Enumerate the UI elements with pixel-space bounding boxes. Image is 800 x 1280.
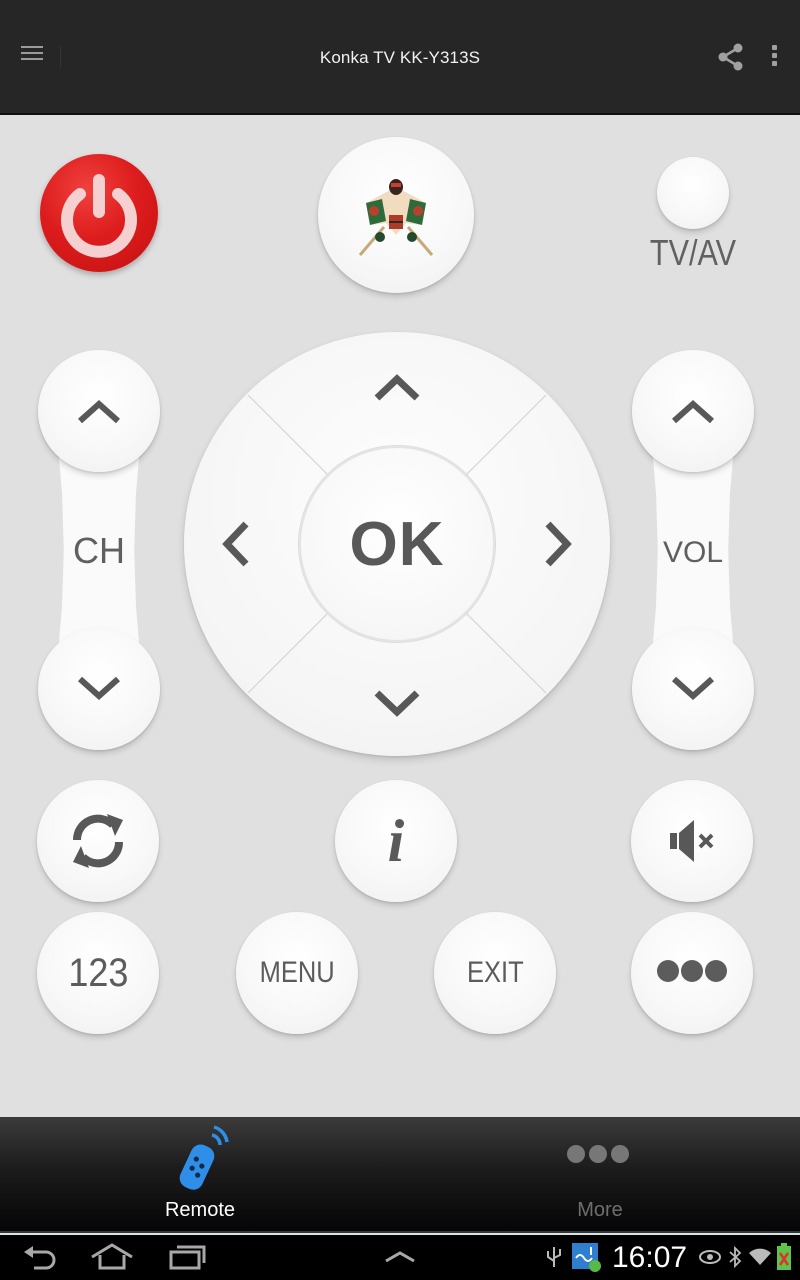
bottom-tab-bar: Remote More: [0, 1117, 800, 1233]
numbers-button[interactable]: 123: [37, 912, 159, 1034]
dpad-right-button[interactable]: [512, 499, 602, 589]
chevron-up-icon: [374, 374, 420, 401]
mute-icon: [670, 820, 714, 862]
chevron-down-icon: [671, 676, 715, 701]
remote-app-screen: Konka TV KK-Y313S TV/AV CH OK VOL i 123 …: [0, 0, 800, 1280]
numbers-label: 123: [67, 950, 129, 995]
directional-pad: OK: [184, 332, 610, 756]
ok-button[interactable]: OK: [299, 446, 495, 642]
exit-button[interactable]: EXIT: [434, 912, 556, 1034]
action-bar: Konka TV KK-Y313S: [0, 0, 800, 115]
home-icon[interactable]: [90, 1243, 134, 1276]
eye-icon: [698, 1245, 722, 1270]
ok-label: OK: [349, 509, 445, 579]
return-button[interactable]: [37, 780, 159, 902]
wifi-icon: [748, 1245, 772, 1274]
volume-down-button[interactable]: [632, 628, 754, 750]
brand-logo-button[interactable]: [318, 137, 474, 293]
dpad-up-button[interactable]: [347, 342, 447, 432]
info-icon: i: [387, 807, 405, 874]
chevron-right-icon: [545, 521, 572, 567]
usb-icon: [546, 1245, 562, 1274]
recent-apps-icon[interactable]: [168, 1243, 208, 1276]
dpad-down-button[interactable]: [347, 656, 447, 746]
chevron-down-icon: [374, 690, 420, 717]
bluetooth-icon: [728, 1245, 742, 1274]
tab-remote[interactable]: Remote: [0, 1117, 400, 1233]
remote-control-icon: [170, 1123, 230, 1200]
volume-up-button[interactable]: [632, 350, 754, 472]
tv-av-label: TV/AV: [649, 232, 737, 273]
chevron-up-icon: [77, 399, 121, 424]
expand-up-icon[interactable]: [384, 1243, 416, 1276]
power-button[interactable]: [40, 154, 158, 272]
tv-av-button[interactable]: [657, 157, 729, 229]
back-icon[interactable]: [22, 1243, 58, 1276]
chevron-left-icon: [222, 521, 249, 567]
tab-more[interactable]: More: [400, 1117, 800, 1233]
chevron-down-icon: [77, 676, 121, 701]
mute-button[interactable]: [631, 780, 753, 902]
volume-rocker: VOL: [631, 350, 755, 750]
tab-remote-label: Remote: [164, 1199, 236, 1221]
channel-down-button[interactable]: [38, 628, 160, 750]
chevron-up-icon: [671, 399, 715, 424]
battery-charging-icon: [776, 1243, 792, 1276]
volume-label: VOL: [662, 536, 724, 569]
overflow-menu-icon[interactable]: [762, 42, 786, 72]
status-clock: 16:07: [612, 1241, 688, 1274]
exit-label: EXIT: [466, 956, 524, 989]
info-button[interactable]: i: [335, 780, 457, 902]
more-dots-icon: [656, 959, 728, 987]
more-dots-icon: [565, 1145, 631, 1168]
tab-more-label: More: [577, 1199, 623, 1221]
share-icon[interactable]: [716, 42, 746, 72]
channel-label: CH: [73, 530, 125, 571]
menu-button[interactable]: MENU: [236, 912, 358, 1034]
power-icon: [61, 174, 137, 258]
page-title: Konka TV KK-Y313S: [319, 48, 481, 67]
system-navigation-bar: 16:07: [0, 1235, 800, 1280]
channel-rocker: CH: [37, 350, 161, 750]
dpad-left-button[interactable]: [192, 499, 282, 589]
kite-logo-icon: [358, 179, 434, 256]
menu-label: MENU: [259, 956, 335, 989]
sync-app-icon: [572, 1243, 602, 1278]
more-functions-button[interactable]: [631, 912, 753, 1034]
channel-up-button[interactable]: [38, 350, 160, 472]
refresh-icon: [72, 814, 124, 868]
